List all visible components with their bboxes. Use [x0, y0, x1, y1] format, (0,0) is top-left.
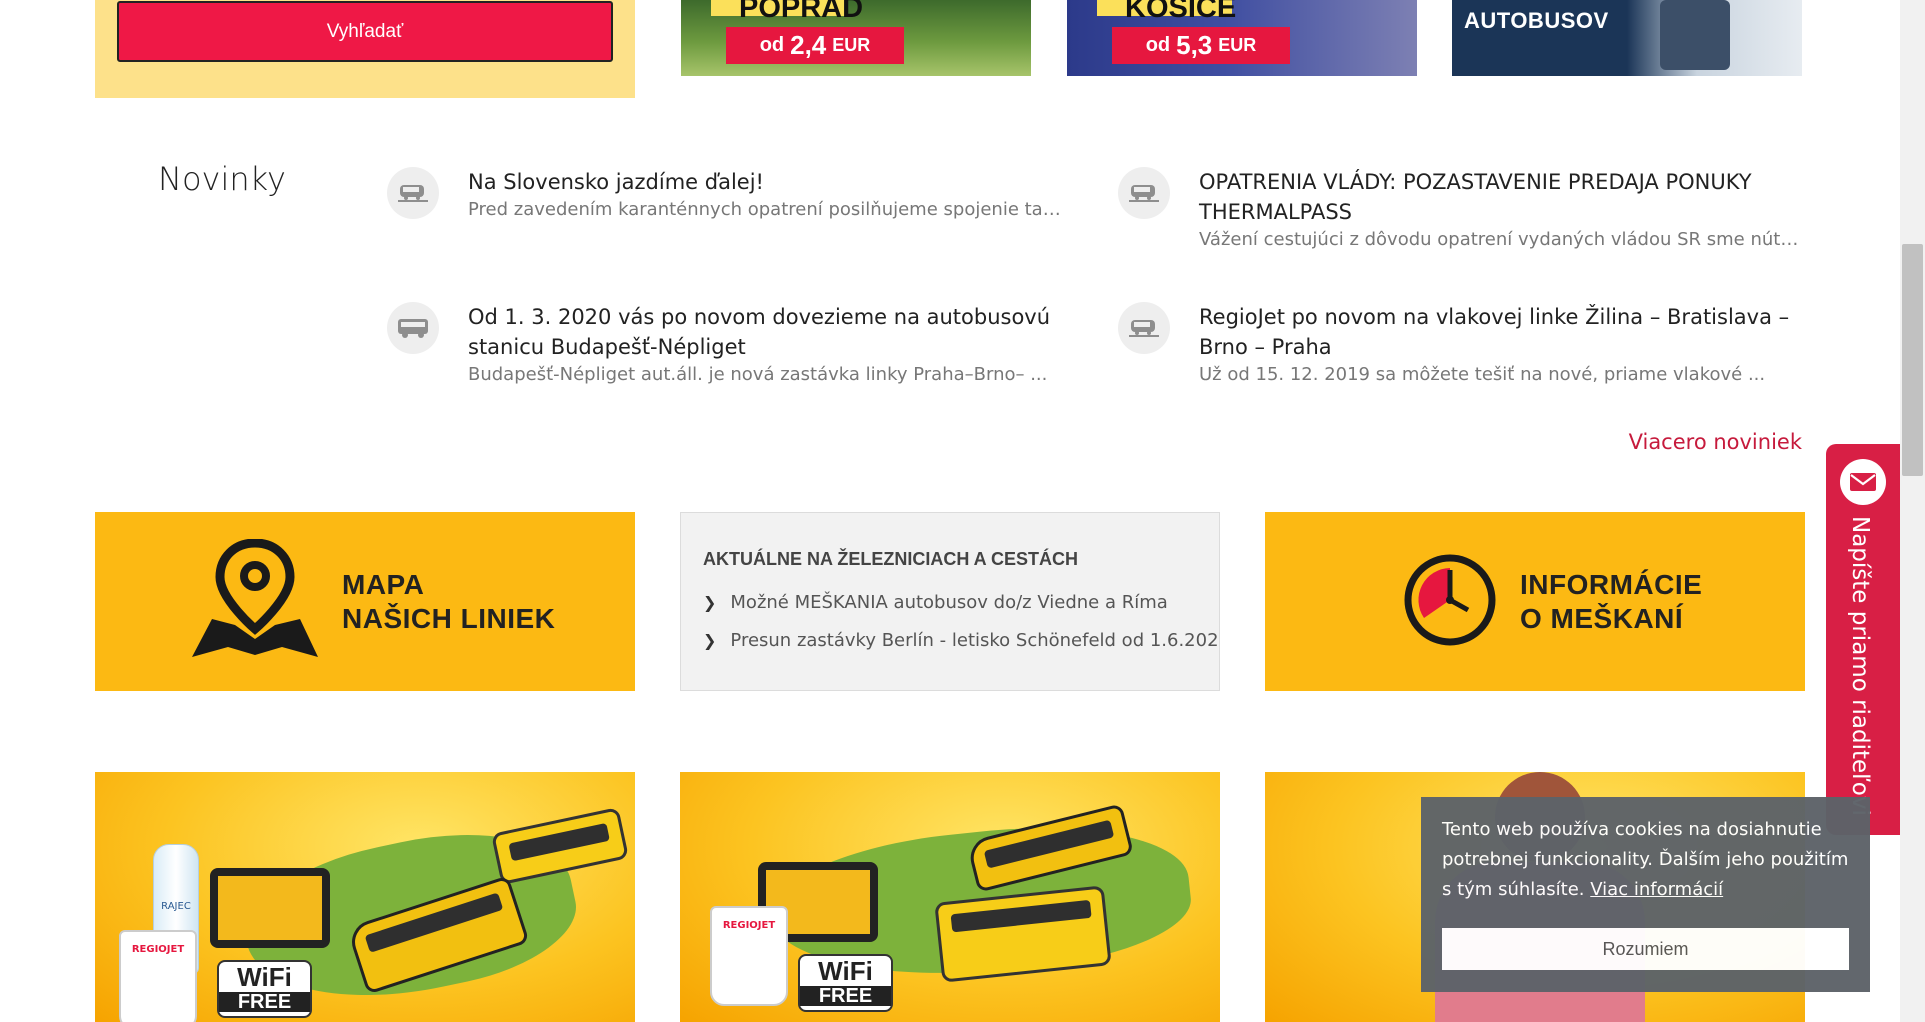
bus-icon: [387, 302, 439, 354]
bus-image: [934, 885, 1112, 983]
cup-brand: REGIOJET: [131, 944, 185, 955]
coffee-cup-image: REGIOJET: [710, 906, 788, 1006]
coffee-cup-image: REGIOJET: [119, 930, 197, 1022]
news-title[interactable]: OPATRENIA VLÁDY: POZASTAVENIE PREDAJA PO…: [1199, 167, 1799, 227]
cookie-more-info-link[interactable]: Viac informácií: [1590, 879, 1723, 900]
promo-city: KOŠICE: [1125, 0, 1237, 24]
news-excerpt: Vážení cestujúci z dôvodu opatrení vydan…: [1199, 229, 1799, 250]
promo-banner-poprad[interactable]: POPRAD od 2,4 EUR: [681, 0, 1031, 76]
promo-price: od 2,4 EUR: [726, 27, 904, 64]
tablet-image: [210, 868, 330, 948]
route-map-label: MAPA NAŠICH LINIEK: [342, 568, 555, 636]
train-icon: [1118, 167, 1170, 219]
wifi-text: WiFi: [237, 962, 292, 992]
news-excerpt: Pred zavedením karanténnych opatrení pos…: [468, 199, 1068, 220]
traffic-info-link-text: Presun zastávky Berlín - letisko Schönef…: [730, 630, 1220, 651]
tile-label-line: NAŠICH LINIEK: [342, 602, 556, 634]
news-heading: Novinky: [158, 160, 286, 198]
wifi-free-text: FREE: [800, 986, 891, 1006]
feedback-tab[interactable]: Napíšte priamo riaditeľovi: [1826, 444, 1900, 835]
promo-price: od 5,3 EUR: [1112, 27, 1290, 64]
price-value: 5,3: [1176, 30, 1213, 60]
tile-label-line: O MEŠKANÍ: [1520, 602, 1684, 634]
promo-banner-bus[interactable]: AUTOBUSOV: [1452, 0, 1802, 76]
chevron-right-icon: ❯: [703, 631, 717, 650]
promo-city: POPRAD: [739, 0, 864, 24]
traffic-info-link[interactable]: ❯ Možné MEŠKANIA autobusov do/z Viedne a…: [703, 584, 1197, 622]
price-prefix: od: [759, 34, 785, 56]
scrollbar-track[interactable]: [1900, 0, 1925, 1022]
news-excerpt: Už od 15. 12. 2019 sa môžete tešiť na no…: [1199, 364, 1766, 385]
cup-brand: REGIOJET: [722, 920, 776, 931]
promo-onboard-services-train-bus[interactable]: REGIOJET WiFi FREE: [680, 772, 1220, 1022]
delay-info-tile[interactable]: INFORMÁCIE O MEŠKANÍ: [1265, 512, 1805, 691]
bottle-label: RAJEC: [161, 901, 191, 912]
price-currency: EUR: [832, 35, 871, 55]
promo-banner-kosice[interactable]: KOŠICE od 5,3 EUR: [1067, 0, 1417, 76]
wifi-text: WiFi: [818, 956, 873, 986]
cookie-banner: Tento web používa cookies na dosiahnutie…: [1421, 797, 1870, 992]
chevron-right-icon: ❯: [703, 593, 717, 612]
traffic-info-panel: AKTUÁLNE NA ŽELEZNICIACH A CESTÁCH ❯ Mož…: [680, 512, 1220, 691]
route-map-tile[interactable]: MAPA NAŠICH LINIEK: [95, 512, 635, 691]
suitcase-image: [1660, 0, 1730, 70]
more-news-link[interactable]: Viacero noviniek: [1629, 430, 1802, 454]
news-title[interactable]: RegioJet po novom na vlakovej linke Žili…: [1199, 302, 1799, 362]
clock-icon: [1402, 552, 1498, 652]
mail-icon: [1840, 459, 1886, 505]
tile-label-line: MAPA: [342, 568, 425, 600]
traffic-info-link[interactable]: ❯ Presun zastávky Berlín - letisko Schön…: [703, 622, 1219, 660]
news-excerpt: Budapešť-Népliget aut.áll. je nová zastá…: [468, 364, 1048, 385]
cookie-accept-button[interactable]: Rozumiem: [1442, 928, 1849, 970]
scrollbar-thumb[interactable]: [1902, 244, 1923, 476]
traffic-info-link-text: Možné MEŠKANIA autobusov do/z Viedne a R…: [730, 592, 1168, 613]
wifi-badge: WiFi FREE: [217, 960, 312, 1018]
promo-bus-text: AUTOBUSOV: [1464, 8, 1609, 33]
feedback-label: Napíšte priamo riaditeľovi: [1847, 516, 1873, 816]
wifi-free-text: FREE: [219, 992, 310, 1012]
map-pin-icon: [190, 537, 320, 665]
price-value: 2,4: [790, 30, 827, 60]
news-title[interactable]: Od 1. 3. 2020 vás po novom dovezieme na …: [468, 302, 1068, 362]
wifi-badge: WiFi FREE: [798, 954, 893, 1012]
train-icon: [1118, 302, 1170, 354]
news-title[interactable]: Na Slovensko jazdíme ďalej!: [468, 167, 1068, 197]
promo-onboard-services-bus-train[interactable]: RAJEC REGIOJET WiFi FREE: [95, 772, 635, 1022]
delay-info-label: INFORMÁCIE O MEŠKANÍ: [1520, 568, 1702, 636]
price-prefix: od: [1145, 34, 1171, 56]
traffic-info-title: AKTUÁLNE NA ŽELEZNICIACH A CESTÁCH: [703, 549, 1078, 569]
price-currency: EUR: [1218, 35, 1257, 55]
cookie-text: Tento web používa cookies na dosiahnutie…: [1442, 815, 1849, 905]
search-button[interactable]: Vyhľadať: [117, 1, 613, 62]
train-icon: [387, 167, 439, 219]
tile-label-line: INFORMÁCIE: [1520, 568, 1703, 600]
